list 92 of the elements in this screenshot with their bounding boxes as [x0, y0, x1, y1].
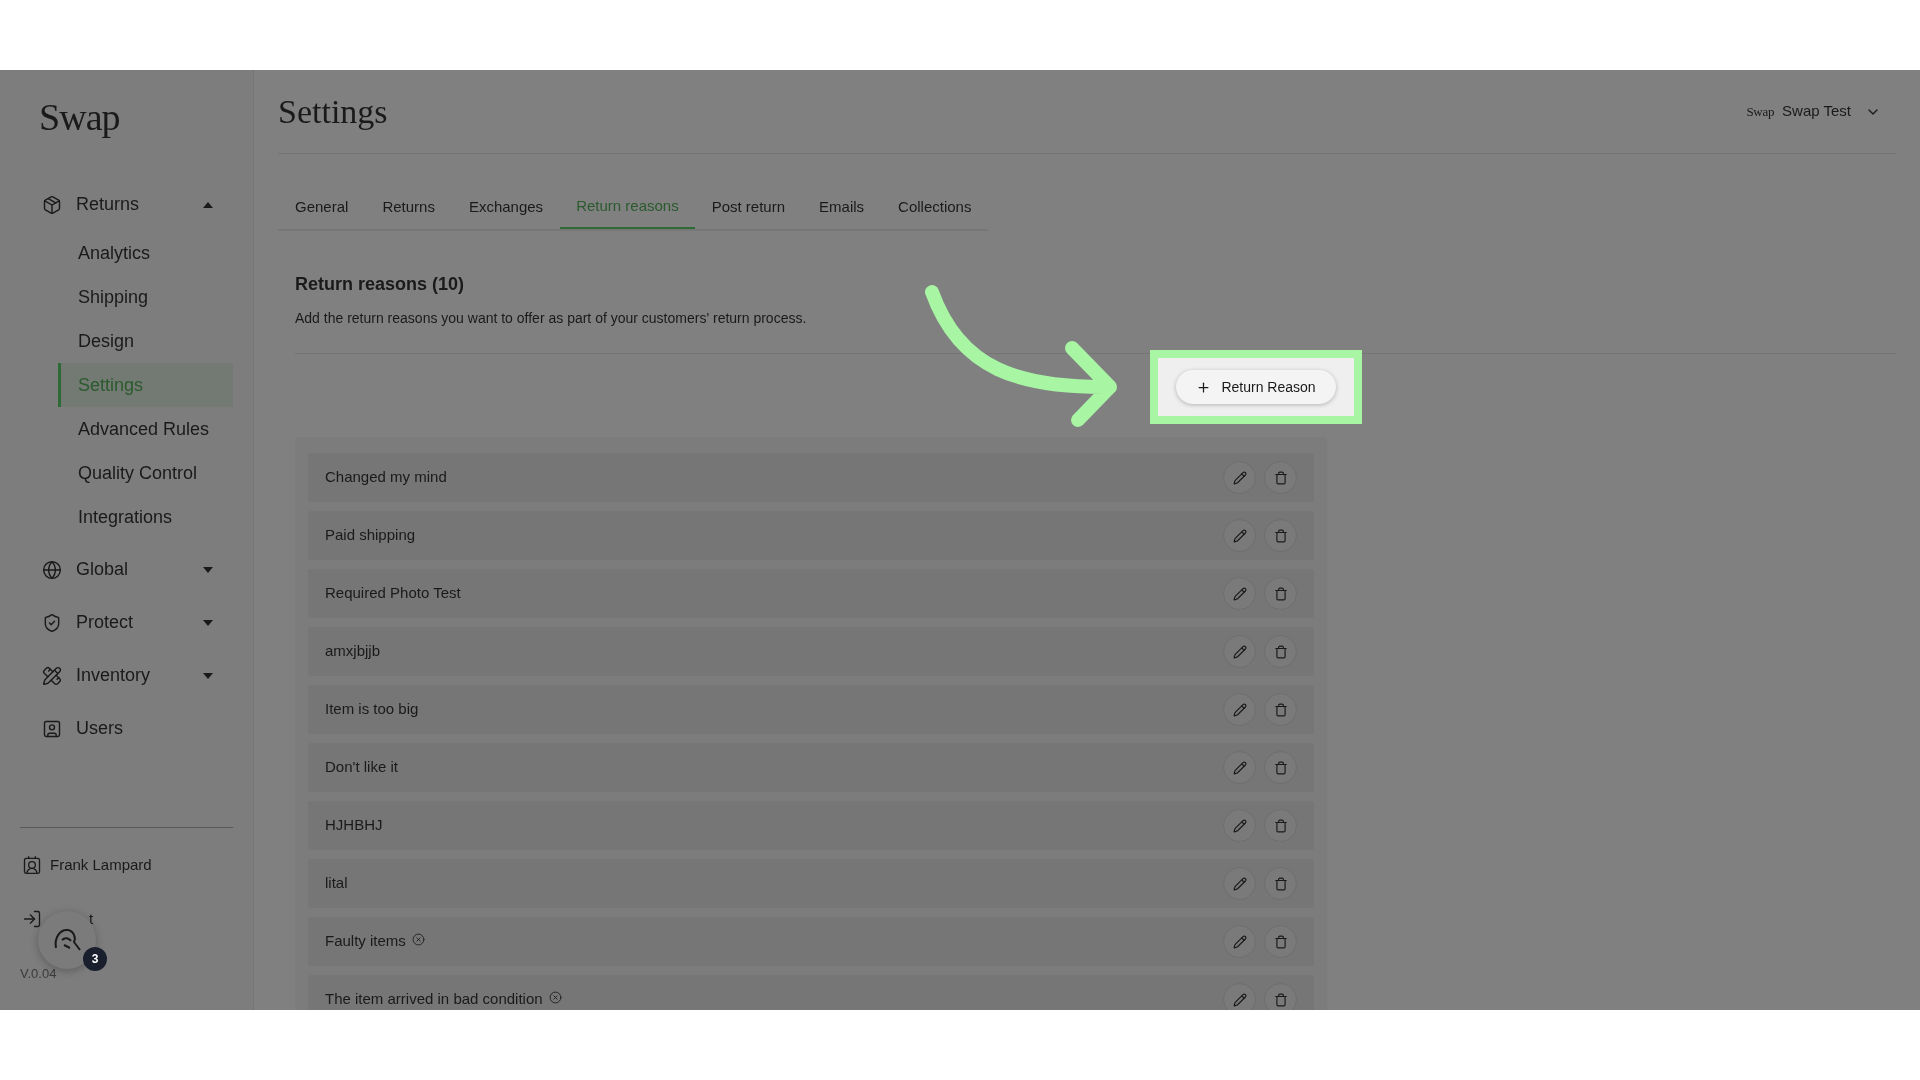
pencil-icon — [1232, 876, 1247, 891]
version-label: V.0.04 — [20, 965, 57, 983]
caret-down-icon — [203, 619, 213, 626]
delete-button[interactable] — [1264, 809, 1297, 842]
nav-subitem[interactable]: Advanced Rules — [58, 407, 233, 451]
nav-item[interactable]: Returns — [0, 178, 253, 231]
reason-label: Item is too big — [325, 699, 419, 720]
caret-down-icon — [203, 566, 213, 573]
edit-button[interactable] — [1223, 983, 1256, 1010]
delete-button[interactable] — [1264, 983, 1297, 1010]
reason-label: Faulty items — [325, 931, 406, 952]
nav-subitem[interactable]: Design — [58, 319, 233, 363]
trash-icon — [1273, 644, 1288, 659]
add-return-reason-button[interactable]: Return Reason — [1176, 370, 1336, 404]
delete-button[interactable] — [1264, 635, 1297, 668]
page-title: Settings — [278, 94, 388, 129]
pencil-icon — [1232, 586, 1247, 601]
edit-button[interactable] — [1223, 461, 1256, 494]
circle-x-icon — [548, 991, 562, 1004]
reason-label: amxjbjjb — [325, 641, 381, 662]
reason-label: Changed my mind — [325, 467, 447, 488]
nav-subitem[interactable]: Analytics — [58, 231, 233, 275]
nav-item[interactable]: Inventory — [0, 649, 253, 702]
delete-button[interactable] — [1264, 693, 1297, 726]
delete-button[interactable] — [1264, 577, 1297, 610]
nav-item[interactable]: Protect — [0, 596, 253, 649]
pencil-icon — [1232, 760, 1247, 775]
delete-button[interactable] — [1264, 751, 1297, 784]
tab[interactable]: Exchanges — [451, 185, 561, 229]
logout-item[interactable]: t — [22, 907, 94, 930]
section-title: Return reasons (10) — [295, 273, 465, 296]
nav-item[interactable]: Users — [0, 702, 253, 755]
user-icon — [42, 718, 62, 739]
reason-label: Required Photo Test — [325, 583, 461, 604]
reason-label: The item arrived in bad condition — [325, 989, 543, 1010]
plus-icon — [1196, 379, 1212, 395]
reason-label: Don't like it — [325, 757, 398, 778]
nav-subitem[interactable]: Integrations — [58, 495, 233, 539]
trash-icon — [1273, 934, 1288, 949]
tools-icon — [42, 665, 62, 686]
pencil-icon — [1232, 470, 1247, 485]
edit-button[interactable] — [1223, 809, 1256, 842]
nav-subitem[interactable]: Shipping — [58, 275, 233, 319]
edit-button[interactable] — [1223, 577, 1256, 610]
edit-button[interactable] — [1223, 519, 1256, 552]
edit-button[interactable] — [1223, 693, 1256, 726]
circle-x-icon — [411, 933, 425, 946]
logout-icon — [22, 908, 42, 929]
trash-icon — [1273, 992, 1288, 1007]
reason-label: lital — [325, 873, 348, 894]
package-icon — [42, 194, 62, 215]
delete-button[interactable] — [1264, 519, 1297, 552]
edit-button[interactable] — [1223, 635, 1256, 668]
globe-icon — [42, 559, 62, 580]
delete-button[interactable] — [1264, 867, 1297, 900]
caret-up-icon — [203, 201, 213, 208]
reason-label: HJHBHJ — [325, 815, 383, 836]
pencil-icon — [1232, 644, 1247, 659]
tab[interactable]: Emails — [802, 185, 882, 229]
support-chat-button[interactable] — [38, 911, 96, 969]
trash-icon — [1273, 470, 1288, 485]
delete-button[interactable] — [1264, 925, 1297, 958]
account-switcher[interactable]: Swap Swap Test — [1746, 100, 1881, 123]
notification-badge: 3 — [83, 947, 107, 971]
edit-button[interactable] — [1223, 925, 1256, 958]
pencil-icon — [1232, 702, 1247, 717]
logo: Swap — [39, 98, 120, 136]
pencil-icon — [1232, 818, 1247, 833]
section-description: Add the return reasons you want to offer as part of your customers' return process. — [295, 309, 807, 328]
edit-button[interactable] — [1223, 867, 1256, 900]
tab[interactable]: Collections — [881, 185, 989, 229]
trash-icon — [1273, 760, 1288, 775]
trash-icon — [1273, 818, 1288, 833]
trash-icon — [1273, 528, 1288, 543]
caret-down-icon — [203, 672, 213, 679]
tab[interactable]: Post return — [694, 185, 803, 229]
pencil-icon — [1232, 934, 1247, 949]
reason-label: Paid shipping — [325, 525, 416, 546]
trash-icon — [1273, 702, 1288, 717]
tab[interactable]: General — [278, 185, 366, 229]
trash-icon — [1273, 876, 1288, 891]
tab[interactable]: Returns — [365, 185, 452, 229]
shield-icon — [42, 612, 62, 633]
delete-button[interactable] — [1264, 461, 1297, 494]
trash-icon — [1273, 586, 1288, 601]
pencil-icon — [1232, 528, 1247, 543]
nav-subitem[interactable]: Quality Control — [58, 451, 233, 495]
nav-item[interactable]: Global — [0, 543, 253, 596]
user-badge-icon — [22, 855, 42, 876]
edit-button[interactable] — [1223, 751, 1256, 784]
user-item[interactable]: Frank Lampard — [22, 854, 152, 877]
pencil-icon — [1232, 992, 1247, 1007]
